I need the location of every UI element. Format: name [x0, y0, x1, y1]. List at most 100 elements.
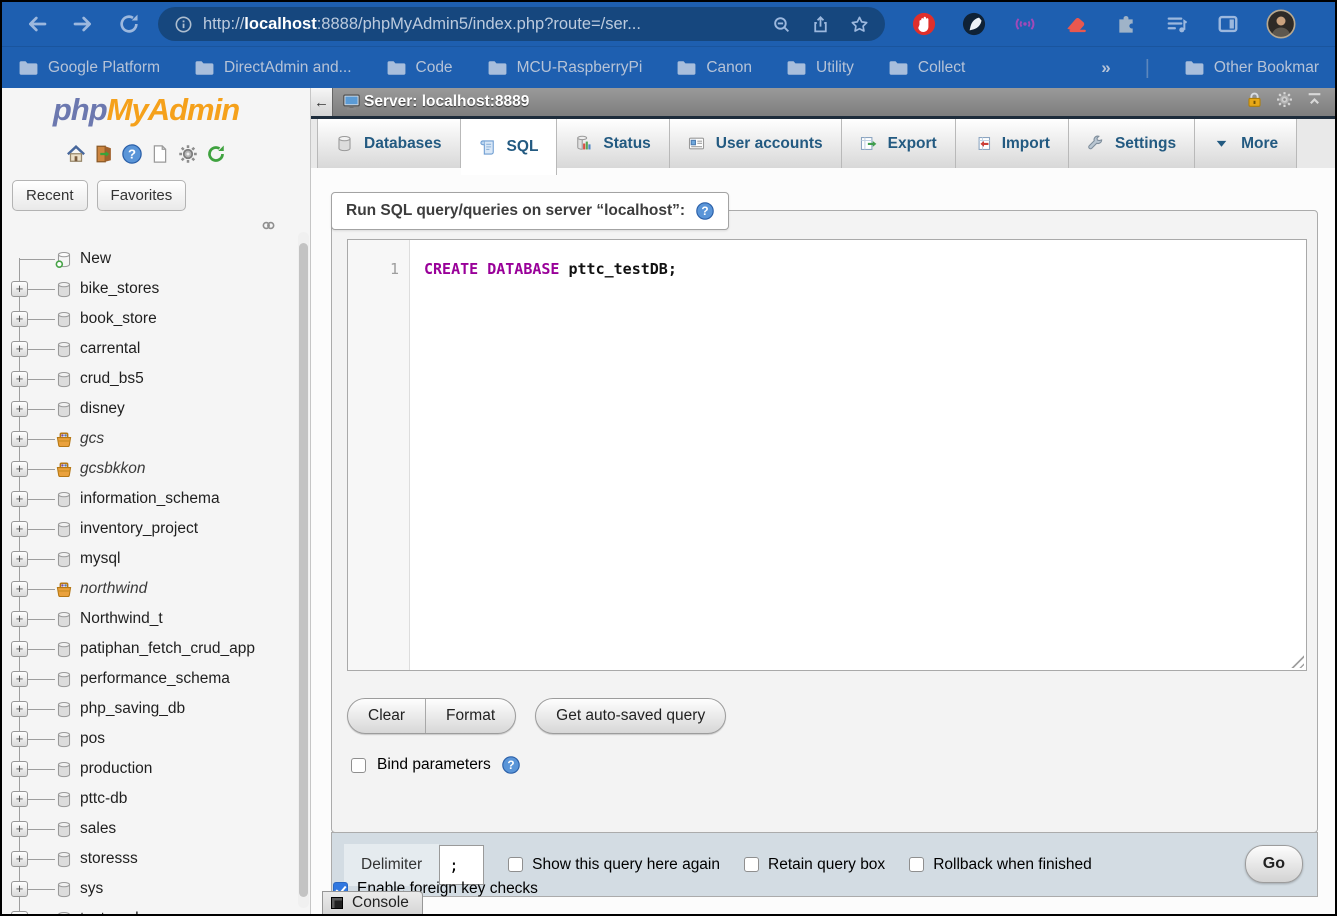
clear-button[interactable]: Clear: [348, 699, 425, 733]
settings-button[interactable]: [178, 144, 198, 164]
tab-more[interactable]: More: [1195, 119, 1297, 168]
bookmark-google-platform[interactable]: Google Platform: [18, 59, 160, 77]
tree-item-production[interactable]: +production: [2, 754, 297, 784]
home-button[interactable]: [66, 144, 86, 164]
tab-databases[interactable]: Databases: [317, 119, 461, 168]
bookmark-collect[interactable]: Collect: [888, 59, 965, 77]
format-button[interactable]: Format: [425, 699, 515, 733]
tree-item-performance-schema[interactable]: +performance_schema: [2, 664, 297, 694]
expand-icon[interactable]: +: [11, 401, 28, 417]
playlist-extension-button[interactable]: [1165, 12, 1189, 36]
tree-item-disney[interactable]: +disney: [2, 394, 297, 424]
gear-icon[interactable]: [1276, 91, 1293, 113]
bookmark-canon[interactable]: Canon: [676, 59, 752, 77]
tree-item-new[interactable]: New: [2, 244, 297, 274]
expand-icon[interactable]: +: [11, 641, 28, 657]
share-button[interactable]: [811, 15, 830, 34]
expand-icon[interactable]: +: [11, 761, 28, 777]
expand-icon[interactable]: +: [11, 581, 28, 597]
go-button[interactable]: Go: [1245, 845, 1303, 883]
server-title[interactable]: Server: localhost:8889: [364, 93, 529, 111]
bookmark-utility[interactable]: Utility: [786, 59, 854, 77]
expand-icon[interactable]: +: [11, 521, 28, 537]
tab-import[interactable]: Import: [956, 119, 1069, 168]
checkbox-box[interactable]: [508, 857, 523, 872]
bookmark-directadmin-and[interactable]: DirectAdmin and...: [194, 59, 352, 77]
tree-item-sales[interactable]: +sales: [2, 814, 297, 844]
link-with-main-panel-icon[interactable]: [260, 218, 277, 233]
expand-icon[interactable]: +: [11, 851, 28, 867]
delimiter-input[interactable]: [439, 845, 484, 885]
bind-parameters-checkbox[interactable]: [351, 758, 366, 773]
expand-icon[interactable]: +: [11, 491, 28, 507]
bookmark-code[interactable]: Code: [386, 59, 453, 77]
phpmyadmin-logo[interactable]: phpMyAdmin: [2, 92, 290, 128]
tree-item-patiphan-fetch-crud-app[interactable]: +patiphan_fetch_crud_app: [2, 634, 297, 664]
tree-item-php-saving-db[interactable]: +php_saving_db: [2, 694, 297, 724]
address-bar[interactable]: http://localhost:8888/phpMyAdmin5/index.…: [158, 7, 885, 41]
help-icon[interactable]: ?: [696, 202, 714, 220]
tab-settings[interactable]: Settings: [1069, 119, 1195, 168]
tree-item-gcs[interactable]: +gcs: [2, 424, 297, 454]
sql-editor[interactable]: 1 CREATE DATABASE pttc_testDB;: [347, 239, 1307, 671]
tree-item-gcsbkkon[interactable]: +gcsbkkon: [2, 454, 297, 484]
expand-icon[interactable]: +: [11, 311, 28, 327]
expand-icon[interactable]: +: [11, 791, 28, 807]
adblock-extension-button[interactable]: [912, 12, 936, 36]
tab-sql[interactable]: SQL: [461, 119, 558, 175]
sidebar-scrollbar[interactable]: [298, 232, 309, 908]
bookmark-mcu-raspberrypi[interactable]: MCU-RaspberryPi: [487, 59, 643, 77]
expand-icon[interactable]: +: [11, 431, 28, 447]
get-auto-saved-query-button[interactable]: Get auto-saved query: [536, 699, 725, 733]
tab-status[interactable]: Status: [557, 119, 669, 168]
checkbox-show-this-query-here-again[interactable]: Show this query here again: [508, 856, 720, 874]
tree-item-book-store[interactable]: +book_store: [2, 304, 297, 334]
tree-item-information-schema[interactable]: +information_schema: [2, 484, 297, 514]
tree-item-inventory-project[interactable]: +inventory_project: [2, 514, 297, 544]
star-button[interactable]: [850, 15, 869, 34]
tree-item-carrental[interactable]: +carrental: [2, 334, 297, 364]
expand-icon[interactable]: +: [11, 821, 28, 837]
forward-button[interactable]: [60, 6, 106, 42]
zoom-out-button[interactable]: [772, 15, 791, 34]
editor-code-line[interactable]: CREATE DATABASE pttc_testDB;: [410, 240, 677, 670]
feather-extension-button[interactable]: [962, 12, 986, 36]
collapse-icon[interactable]: [1306, 91, 1323, 113]
reload-button[interactable]: [106, 6, 152, 42]
bind-parameters-row[interactable]: Bind parameters ?: [351, 756, 520, 774]
tree-item-crud-bs5[interactable]: +crud_bs5: [2, 364, 297, 394]
logout-button[interactable]: [94, 144, 114, 164]
checkbox-box[interactable]: [909, 857, 924, 872]
tree-item-northwind[interactable]: +northwind: [2, 574, 297, 604]
expand-icon[interactable]: +: [11, 701, 28, 717]
tab-export[interactable]: Export: [842, 119, 956, 168]
expand-icon[interactable]: +: [11, 611, 28, 627]
tab-user-accounts[interactable]: User accounts: [670, 119, 842, 168]
checkbox-rollback-when-finished[interactable]: Rollback when finished: [909, 856, 1092, 874]
tree-item-mysql[interactable]: +mysql: [2, 544, 297, 574]
broadcast-extension-button[interactable]: [1013, 12, 1037, 36]
profile-avatar[interactable]: [1266, 9, 1296, 39]
expand-icon[interactable]: +: [11, 551, 28, 567]
tree-item-pos[interactable]: +pos: [2, 724, 297, 754]
expand-icon[interactable]: +: [11, 671, 28, 687]
expand-icon[interactable]: +: [11, 731, 28, 747]
other-bookmarks[interactable]: Other Bookmar: [1184, 59, 1319, 77]
favorites-button[interactable]: Favorites: [97, 180, 187, 211]
back-button[interactable]: [14, 6, 60, 42]
help-button[interactable]: ?: [122, 144, 142, 164]
refresh-button[interactable]: [206, 144, 226, 164]
tree-item-storesss[interactable]: +storesss: [2, 844, 297, 874]
tree-item-northwind-t[interactable]: +Northwind_t: [2, 604, 297, 634]
expand-icon[interactable]: +: [11, 371, 28, 387]
console-tab[interactable]: Console: [322, 891, 423, 914]
docs-button[interactable]: [150, 144, 170, 164]
puzzle-extension-button[interactable]: [1114, 12, 1138, 36]
tree-item-sys[interactable]: +sys: [2, 874, 297, 904]
expand-icon[interactable]: +: [11, 881, 28, 897]
tree-item-test-code[interactable]: +test_code: [2, 904, 297, 914]
tree-item-pttc-db[interactable]: +pttc-db: [2, 784, 297, 814]
recent-button[interactable]: Recent: [12, 180, 88, 211]
expand-icon[interactable]: +: [11, 461, 28, 477]
tree-item-bike-stores[interactable]: +bike_stores: [2, 274, 297, 304]
